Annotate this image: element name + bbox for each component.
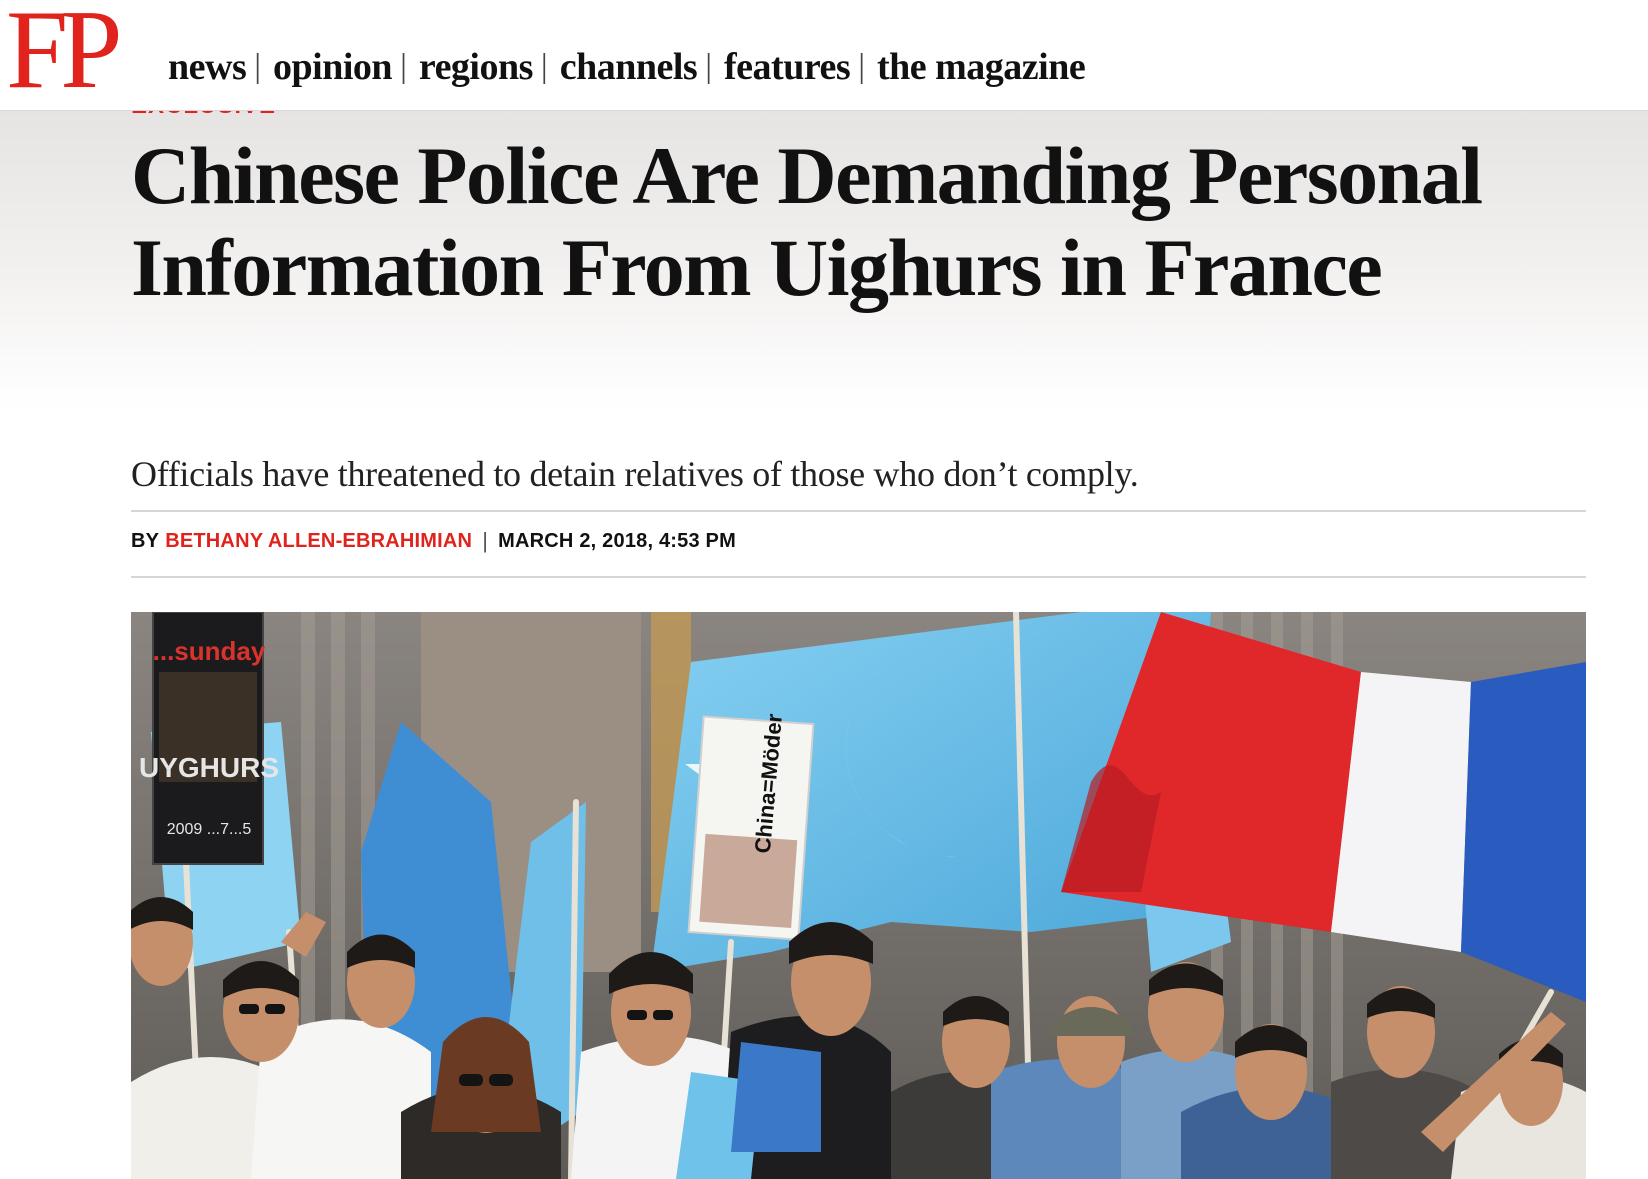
nav-separator: | xyxy=(254,48,262,85)
author-link[interactable]: BETHANY ALLEN-EBRAHIMIAN xyxy=(165,531,472,551)
nav-separator: | xyxy=(858,48,865,85)
nav-regions[interactable]: regions xyxy=(419,48,534,86)
lead-photo[interactable]: ...sunday UYGHURS 2009 ...7...5 China=Mö… xyxy=(131,612,1586,1179)
site-header: FP news | opinion | regions | channels |… xyxy=(0,0,1648,111)
china-sign: China=Möder xyxy=(687,712,815,941)
article-title: Chinese Police Are Demanding Personal In… xyxy=(131,130,1483,313)
nav-separator: | xyxy=(705,48,713,85)
byline-separator: | xyxy=(482,528,489,553)
uyghurs-sign-bottom: 2009 ...7...5 xyxy=(167,821,252,838)
site-logo[interactable]: FP xyxy=(6,0,123,106)
byline: BY BETHANY ALLEN-EBRAHIMIAN | MARCH 2, 2… xyxy=(131,530,736,552)
byline-prefix: BY xyxy=(131,530,160,552)
nav-separator: | xyxy=(540,48,548,85)
nav-news[interactable]: news xyxy=(168,48,247,86)
nav-the-magazine[interactable]: the magazine xyxy=(877,48,1086,86)
nav-opinion[interactable]: opinion xyxy=(273,48,393,86)
nav-channels[interactable]: channels xyxy=(560,48,698,86)
article-dek: Officials have threatened to detain rela… xyxy=(131,454,1139,494)
uyghurs-sign: ...sunday UYGHURS 2009 ...7...5 xyxy=(139,612,279,865)
protest-photo-illustration: ...sunday UYGHURS 2009 ...7...5 China=Mö… xyxy=(131,612,1586,1179)
nav-separator: | xyxy=(400,48,407,85)
uyghurs-sign-main: UYGHURS xyxy=(139,752,279,783)
nav-features[interactable]: features xyxy=(724,48,851,86)
publish-date: MARCH 2, 2018, 4:53 PM xyxy=(498,530,736,552)
uyghurs-sign-top: ...sunday xyxy=(153,636,266,666)
divider-bottom xyxy=(131,576,1586,578)
main-nav: news | opinion | regions | channels | fe… xyxy=(168,48,1086,86)
divider-top xyxy=(131,510,1586,512)
